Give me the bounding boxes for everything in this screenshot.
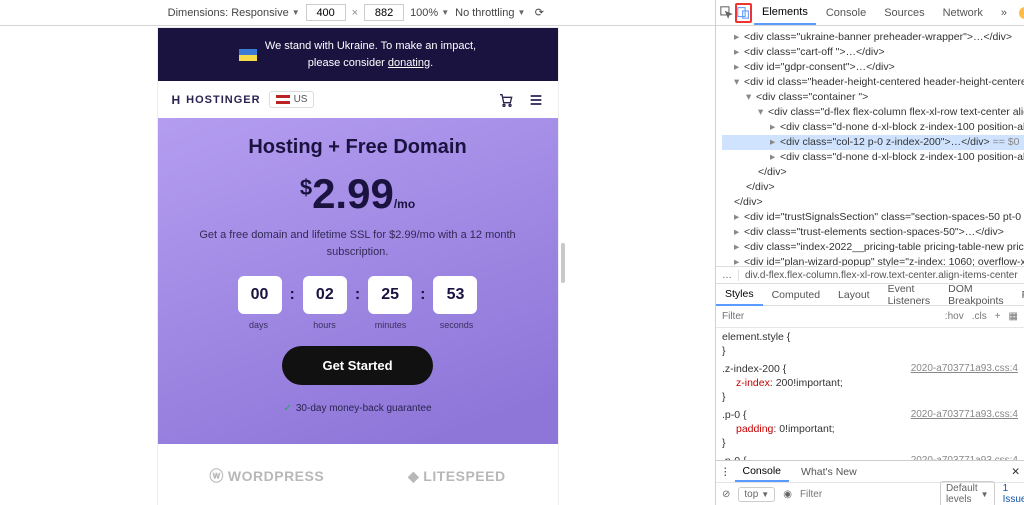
countdown-labels: days hours minutes seconds: [178, 320, 538, 330]
ukraine-text-2: please consider: [308, 57, 388, 69]
wordpress-icon: ⓦ: [209, 466, 224, 486]
cd-days: 00: [238, 276, 282, 314]
drawer-menu-icon[interactable]: ⋮: [720, 466, 731, 478]
tab-overflow[interactable]: »: [993, 2, 1015, 24]
device-toggle-icon[interactable]: [735, 3, 752, 23]
wordpress-logo: ⓦWORDPRESS: [209, 466, 324, 486]
box-model-icon[interactable]: ▦: [1009, 311, 1018, 322]
hero-title: Hosting + Free Domain: [178, 136, 538, 159]
inspect-icon[interactable]: [720, 3, 733, 23]
device-toolbar: Dimensions: Responsive▼ × 100%▼ No throt…: [0, 0, 715, 26]
clear-console-icon[interactable]: ⊘: [722, 489, 730, 500]
get-started-button[interactable]: Get Started: [282, 346, 432, 385]
stab-computed[interactable]: Computed: [763, 285, 829, 305]
dimensions-select[interactable]: Dimensions: Responsive▼: [168, 7, 300, 19]
cart-icon[interactable]: [498, 92, 514, 108]
stab-layout[interactable]: Layout: [829, 285, 879, 305]
drawer-close-icon[interactable]: ✕: [1011, 466, 1020, 478]
viewport: We stand with Ukraine. To make an impact…: [0, 26, 715, 505]
partners-row: ⓦWORDPRESS ◆LITESPEED: [158, 444, 558, 494]
tab-elements[interactable]: Elements: [754, 1, 816, 25]
hov-toggle[interactable]: :hov: [945, 311, 964, 322]
stab-styles[interactable]: Styles: [716, 284, 763, 306]
donating-link[interactable]: donating: [388, 57, 430, 69]
tab-console[interactable]: Console: [818, 2, 874, 24]
console-filter-input[interactable]: [800, 489, 932, 500]
drawer-tab-whatsnew[interactable]: What's New: [793, 463, 865, 481]
dimension-x: ×: [352, 7, 358, 19]
device-frame: We stand with Ukraine. To make an impact…: [158, 28, 558, 505]
join-heading: Join Thousands ofSatisfied Website Owner…: [158, 494, 558, 505]
cd-minutes: 25: [368, 276, 412, 314]
throttle-select[interactable]: No throttling▼: [455, 7, 525, 19]
cd-hours: 02: [303, 276, 347, 314]
styles-tabs: Styles Computed Layout Event Listeners D…: [716, 284, 1024, 306]
eye-icon[interactable]: ◉: [783, 489, 792, 500]
ukraine-banner: We stand with Ukraine. To make an impact…: [158, 28, 558, 81]
rotate-icon[interactable]: ⟳: [531, 5, 547, 21]
zoom-select[interactable]: 100%▼: [410, 7, 449, 19]
devtools-pane: Elements Console Sources Network » 1 ⚙ ⋮…: [716, 0, 1024, 505]
us-flag-icon: [276, 95, 290, 104]
hero-price: $2.99/mo: [178, 173, 538, 215]
hero-section: Hosting + Free Domain $2.99/mo Get a fre…: [158, 118, 558, 444]
styles-filter-row: :hov .cls + ▦: [716, 306, 1024, 328]
logo-mark-icon: H: [172, 93, 182, 107]
litespeed-logo: ◆LITESPEED: [408, 468, 506, 485]
ukraine-text-1: We stand with Ukraine. To make an impact…: [265, 40, 476, 52]
width-input[interactable]: [306, 4, 346, 21]
menu-icon[interactable]: [528, 92, 544, 108]
litespeed-icon: ◆: [408, 468, 419, 485]
cls-toggle[interactable]: .cls: [972, 311, 987, 322]
context-select[interactable]: top▼: [738, 487, 775, 502]
styles-body[interactable]: element.style {} .z-index-200 {2020-a703…: [716, 328, 1024, 460]
styles-filter-input[interactable]: [722, 311, 937, 322]
issues-link[interactable]: 1 Issue:1: [1003, 483, 1024, 505]
device-scrollbar[interactable]: [561, 243, 565, 283]
tab-sources[interactable]: Sources: [876, 2, 932, 24]
selected-dom-node[interactable]: ▸<div class="col-12 p-0 z-index-200">…</…: [722, 135, 1024, 150]
dom-tree[interactable]: ▸<div class="ukraine-banner preheader-wr…: [716, 26, 1024, 266]
device-preview-pane: Dimensions: Responsive▼ × 100%▼ No throt…: [0, 0, 716, 505]
warnings-badge[interactable]: 1: [1019, 7, 1024, 19]
cd-seconds: 53: [433, 276, 477, 314]
logo[interactable]: HHOSTINGER: [172, 93, 261, 107]
guarantee-text: ✓30-day money-back guarantee: [178, 403, 538, 414]
stab-properties[interactable]: Properties: [1013, 285, 1024, 305]
countdown: 00: 02: 25: 53: [178, 276, 538, 314]
devtools-tabs: Elements Console Sources Network » 1 ⚙ ⋮…: [716, 0, 1024, 26]
hero-subtext: Get a free domain and lifetime SSL for $…: [178, 227, 538, 260]
tab-network[interactable]: Network: [935, 2, 991, 24]
language-selector[interactable]: US: [269, 91, 315, 108]
site-header: HHOSTINGER US: [158, 81, 558, 118]
drawer-tab-console[interactable]: Console: [735, 462, 790, 482]
new-rule-icon[interactable]: +: [995, 311, 1001, 322]
levels-select[interactable]: Default levels▼: [940, 481, 995, 505]
console-drawer: ⋮ Console What's New ✕ ⊘ top▼ ◉ Default …: [716, 460, 1024, 505]
ukraine-flag-icon: [239, 49, 257, 61]
height-input[interactable]: [364, 4, 404, 21]
